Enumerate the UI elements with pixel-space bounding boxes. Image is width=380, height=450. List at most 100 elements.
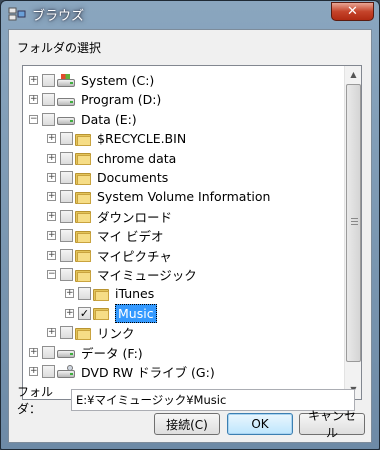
expand-icon[interactable]: + bbox=[29, 95, 38, 105]
folder-label: フォルダ： bbox=[17, 385, 54, 416]
tree-item[interactable]: + iTunes bbox=[23, 284, 345, 303]
expand-icon[interactable]: + bbox=[47, 328, 56, 338]
expand-icon[interactable]: + bbox=[29, 76, 38, 85]
connect-button[interactable]: 接続(C) bbox=[154, 413, 220, 435]
dvd-drive-icon bbox=[57, 364, 75, 379]
tree-item-label[interactable]: DVD RW ドライブ (G:) bbox=[81, 362, 215, 381]
expand-icon[interactable]: + bbox=[47, 134, 56, 144]
tree-item-label[interactable]: iTunes bbox=[115, 286, 154, 301]
tree-item[interactable]: + System Volume Information bbox=[23, 187, 345, 206]
tree-item-label[interactable]: マイ ビデオ bbox=[97, 226, 163, 245]
tree-item-label[interactable]: Data (E:) bbox=[81, 112, 137, 127]
folder-icon bbox=[75, 326, 91, 340]
ok-button[interactable]: OK bbox=[227, 413, 293, 435]
tree-item-checkbox[interactable] bbox=[60, 132, 73, 146]
collapse-icon[interactable]: − bbox=[47, 270, 56, 279]
tree-item-label[interactable]: データ (F:) bbox=[81, 343, 143, 362]
folder-icon bbox=[75, 171, 91, 185]
tree-item[interactable]: + ダウンロード bbox=[23, 207, 345, 226]
folder-icon bbox=[75, 209, 91, 224]
folder-icon bbox=[75, 132, 91, 146]
tree-item[interactable]: − Data (E:) bbox=[23, 110, 345, 129]
tree-item[interactable]: + マイ ビデオ bbox=[23, 226, 345, 245]
tree-item-checkbox[interactable] bbox=[42, 74, 55, 87]
expand-icon[interactable]: + bbox=[47, 211, 56, 221]
close-button[interactable]: ✕ bbox=[331, 2, 374, 21]
app-icon bbox=[8, 6, 26, 22]
tree-item-checkbox[interactable] bbox=[60, 268, 73, 281]
title-bar[interactable]: ブラウズ ✕ bbox=[1, 1, 379, 27]
expand-icon[interactable]: + bbox=[65, 289, 74, 299]
tree-item[interactable]: + ✓ Music bbox=[23, 303, 345, 323]
tree-item-checkbox[interactable] bbox=[60, 209, 73, 223]
folder-icon bbox=[93, 287, 109, 301]
collapse-icon[interactable]: − bbox=[29, 114, 38, 124]
folder-icon bbox=[75, 229, 91, 243]
tree-item[interactable]: + chrome data bbox=[23, 149, 345, 168]
tree-item-label[interactable]: Documents bbox=[97, 170, 168, 185]
tree-item[interactable]: + データ (F:) bbox=[23, 343, 345, 362]
tree-item-label[interactable]: Music bbox=[115, 303, 157, 323]
tree-item[interactable]: + マイピクチャ bbox=[23, 246, 345, 265]
thumb-grip-line bbox=[351, 224, 358, 225]
tree-item-checkbox[interactable]: ✓ bbox=[78, 306, 91, 320]
expand-icon[interactable]: + bbox=[47, 153, 56, 163]
folder-tree[interactable]: + System (C:) + Program (D:) − Data (E:) + $REC… bbox=[22, 65, 362, 400]
windows-drive-icon bbox=[57, 73, 75, 88]
tree-item[interactable]: − マイミュージック bbox=[23, 265, 345, 284]
thumb-grip-line bbox=[351, 221, 358, 222]
close-icon: ✕ bbox=[347, 4, 358, 19]
dialog-body: フォルダの選択 + System (C:) + Program (D:) − Data (… bbox=[8, 29, 372, 443]
folder-path-row: フォルダ： bbox=[17, 383, 355, 417]
folder-icon bbox=[75, 268, 91, 282]
tree-item-label[interactable]: Program (D:) bbox=[81, 92, 161, 107]
tree-item-checkbox[interactable] bbox=[78, 287, 91, 301]
tree-item-label[interactable]: chrome data bbox=[97, 151, 176, 166]
folder-icon bbox=[75, 151, 91, 166]
tree-item[interactable]: + Documents bbox=[23, 168, 345, 187]
instruction-label: フォルダの選択 bbox=[17, 41, 102, 55]
tree-item-checkbox[interactable] bbox=[42, 93, 55, 107]
expand-icon[interactable]: + bbox=[47, 173, 56, 182]
tree-item-label[interactable]: System (C:) bbox=[81, 73, 154, 88]
tree-item-checkbox[interactable] bbox=[60, 248, 73, 262]
thumb-grip-line bbox=[351, 218, 358, 219]
expand-icon[interactable]: + bbox=[65, 308, 74, 318]
tree-item-checkbox[interactable] bbox=[60, 190, 73, 204]
folder-icon bbox=[75, 190, 91, 204]
drive-icon bbox=[57, 345, 75, 359]
tree-item[interactable]: + $RECYCLE.BIN bbox=[23, 129, 345, 148]
browse-dialog-window: ブラウズ ✕ フォルダの選択 + System (C:) + Program (D:)… bbox=[0, 0, 380, 450]
drive-icon bbox=[57, 112, 75, 126]
expand-icon[interactable]: + bbox=[29, 347, 38, 357]
scrollbar-thumb[interactable] bbox=[346, 84, 361, 362]
tree-item-label[interactable]: マイピクチャ bbox=[97, 246, 172, 265]
tree-item-label[interactable]: System Volume Information bbox=[97, 189, 270, 204]
tree-item-label[interactable]: ダウンロード bbox=[97, 207, 172, 226]
folder-icon bbox=[75, 248, 91, 263]
vertical-scrollbar[interactable]: ▲ ▼ bbox=[344, 66, 361, 399]
expand-icon[interactable]: + bbox=[47, 250, 56, 260]
folder-icon bbox=[93, 306, 109, 321]
expand-icon[interactable]: + bbox=[47, 192, 56, 202]
tree-item-checkbox[interactable] bbox=[42, 112, 55, 126]
tree-item-label[interactable]: マイミュージック bbox=[97, 265, 197, 284]
cancel-button[interactable]: キャンセル bbox=[299, 409, 365, 440]
tree-item-checkbox[interactable] bbox=[42, 345, 55, 359]
tree-item-label[interactable]: リンク bbox=[97, 323, 135, 342]
expand-icon[interactable]: + bbox=[47, 231, 56, 241]
tree-item-checkbox[interactable] bbox=[60, 171, 73, 184]
tree-item-label[interactable]: $RECYCLE.BIN bbox=[97, 131, 186, 146]
drive-icon bbox=[57, 93, 75, 107]
scroll-up-arrow-icon[interactable]: ▲ bbox=[347, 67, 360, 82]
expand-icon[interactable]: + bbox=[29, 367, 38, 376]
tree-item-checkbox[interactable] bbox=[60, 229, 73, 243]
tree-item[interactable]: + リンク bbox=[23, 323, 345, 342]
tree-item-checkbox[interactable] bbox=[42, 365, 55, 378]
tree-item-checkbox[interactable] bbox=[60, 326, 73, 340]
tree-item[interactable]: + DVD RW ドライブ (G:) bbox=[23, 362, 345, 381]
tree-item-checkbox[interactable] bbox=[60, 151, 73, 165]
tree-item[interactable]: + System (C:) bbox=[23, 71, 345, 90]
window-title: ブラウズ bbox=[32, 8, 85, 24]
tree-item[interactable]: + Program (D:) bbox=[23, 90, 345, 109]
